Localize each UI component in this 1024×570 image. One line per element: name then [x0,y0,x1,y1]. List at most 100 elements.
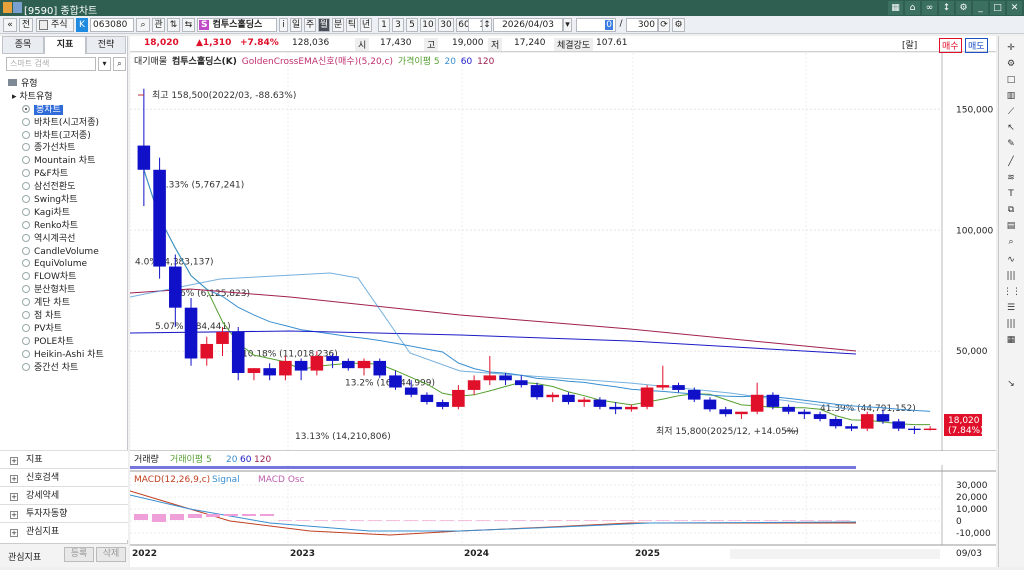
radio-icon[interactable] [22,246,30,255]
name-info-icon[interactable]: i [279,18,288,32]
help-icon[interactable] [13,2,22,13]
radio-icon[interactable] [22,323,30,332]
cursor-icon[interactable]: ↖ [1003,120,1019,136]
bars-icon[interactable]: ||| [1003,268,1019,284]
search-icon[interactable]: ⌕ [136,18,150,32]
interval-button-4[interactable]: 30 [438,18,454,32]
bar-chart-icon[interactable]: ▥ [1003,88,1019,104]
menu-strength[interactable]: + 강세약세 [0,486,128,504]
radio-icon[interactable] [22,104,30,113]
prev-prev-button[interactable]: « [3,18,17,32]
chart-type-item-14[interactable]: 분산형차트 [22,284,126,297]
pencil-icon[interactable]: ✎ [1003,136,1019,152]
radio-icon[interactable] [22,285,30,294]
radio-icon[interactable] [22,298,30,307]
stock-type-select[interactable]: 주식 [36,18,74,32]
table-icon[interactable]: ▦ [1003,332,1019,348]
chart-type-item-8[interactable]: Kagi차트 [22,207,126,220]
link-icon[interactable]: ∞ [922,1,937,15]
chart-type-item-1[interactable]: 바차트(시고저종) [22,117,126,130]
tab-strategies[interactable]: 전략 [86,36,126,54]
pin-icon[interactable]: ↕ [939,1,954,15]
menu-signal-search[interactable]: + 신호검색 [0,468,128,486]
chart-type-item-18[interactable]: POLE차트 [22,336,126,349]
chart-type-item-9[interactable]: Renko차트 [22,220,126,233]
interval-button-0[interactable]: 1 [378,18,390,32]
sell-button[interactable]: 매도 [965,38,988,53]
chart-type-item-0[interactable]: 봉차트 [22,104,126,117]
chart-type-item-6[interactable]: 삼선전환도 [22,181,126,194]
calendar-icon[interactable]: ▾ [563,18,572,32]
chart-type-item-16[interactable]: 점 차트 [22,310,126,323]
radio-icon[interactable] [22,182,30,191]
line-tool-icon[interactable]: ⟋ [1003,104,1019,120]
search-icon[interactable]: ⌕ [113,57,126,71]
interval-button-1[interactable]: 3 [392,18,404,32]
magnet-icon[interactable]: ∿ [1003,252,1019,268]
close-button[interactable]: ✕ [1007,1,1022,15]
scroll-box[interactable]: 0 [576,18,616,32]
chart-type-item-17[interactable]: PV차트 [22,323,126,336]
bar-count-input[interactable]: 300 [626,18,658,32]
link-toggle-icon[interactable]: ⇆ [182,18,195,32]
watchlist-button[interactable]: 관 [152,18,165,32]
date-input[interactable]: 2026/04/03 [493,18,563,32]
chart-type-item-13[interactable]: FLOW차트 [22,271,126,284]
period-tab-4[interactable]: 틱 [346,18,358,32]
crosshair-icon[interactable]: ✛ [1003,40,1019,56]
settings-icon[interactable]: ⚙ [956,1,971,15]
interval-button-2[interactable]: 5 [406,18,418,32]
stock-code-input[interactable]: 063080 [90,18,134,32]
chart-icon[interactable]: ▤ [1003,218,1019,234]
radio-icon[interactable] [22,207,30,216]
square-icon[interactable]: □ [1003,72,1019,88]
delete-button[interactable]: 삭제 [96,547,126,562]
chart-type-item-20[interactable]: 중간선 차트 [22,362,126,375]
tab-indicators[interactable]: 지표 [44,36,86,54]
count-spinner[interactable]: ↕ [482,18,492,32]
chart-type-item-5[interactable]: P&F차트 [22,168,126,181]
radio-icon[interactable] [22,220,30,229]
period-tab-5[interactable]: 년 [360,18,372,32]
fibonacci-icon[interactable]: ≋ [1003,170,1019,186]
radio-icon[interactable] [22,259,30,268]
chart-type-item-12[interactable]: EquiVolume [22,258,126,271]
bar-count-apply[interactable]: ⟳ [658,18,670,32]
radio-icon[interactable] [22,362,30,371]
chart-type-item-10[interactable]: 역시계곡선 [22,233,126,246]
chart-type-item-11[interactable]: CandleVolume [22,246,126,259]
chart-type-item-3[interactable]: 종가선차트 [22,142,126,155]
chart-type-item-2[interactable]: 바차트(고저종) [22,130,126,143]
gear-icon[interactable]: ⚙ [1003,56,1019,72]
tab-items[interactable]: 종목 [2,36,44,54]
search-dropdown-icon[interactable]: ▾ [98,57,111,71]
list-icon[interactable]: ☰ [1003,300,1019,316]
smart-search-input[interactable]: 스마트 검색 [6,57,96,71]
buy-button[interactable]: 매수 [939,38,962,53]
chart-type-item-19[interactable]: Heikin-Ashi 차트 [22,349,126,362]
grid-icon[interactable]: ▦ [888,1,903,15]
radio-icon[interactable] [22,195,30,204]
tree-group-type[interactable]: 유형 [8,78,126,91]
radio-icon[interactable] [22,311,30,320]
minimize-button[interactable]: _ [973,1,988,15]
grid-icon[interactable]: ⋮⋮ [1003,284,1021,300]
radio-icon[interactable] [22,336,30,345]
radio-icon[interactable] [22,130,30,139]
radio-icon[interactable] [22,272,30,281]
arrow-icon[interactable]: ↘ [1003,376,1019,392]
tree-subgroup[interactable]: ▸ 차트유형 [8,91,126,104]
chart-area[interactable]: 150,000 100,000 50,000 4.33% (5,767,241) 4.0… [129,53,996,567]
period-tab-1[interactable]: 주 [304,18,316,32]
period-tab-2[interactable]: 월 [318,18,330,32]
stock-name-field[interactable]: S 컴투스홀딩스 [197,18,277,32]
layers-icon[interactable]: ⧉ [1003,202,1019,218]
reorder-icon[interactable]: ⇅ [167,18,180,32]
radio-icon[interactable] [22,169,30,178]
radio-icon[interactable] [22,233,30,242]
chart-settings-icon[interactable]: ⚙ [672,18,685,32]
menu-indicators[interactable]: + 지표 [0,450,128,468]
lock-icon[interactable]: ⌂ [905,1,920,15]
trendline-icon[interactable]: ╱ [1003,154,1019,170]
chart-type-item-7[interactable]: Swing차트 [22,194,126,207]
